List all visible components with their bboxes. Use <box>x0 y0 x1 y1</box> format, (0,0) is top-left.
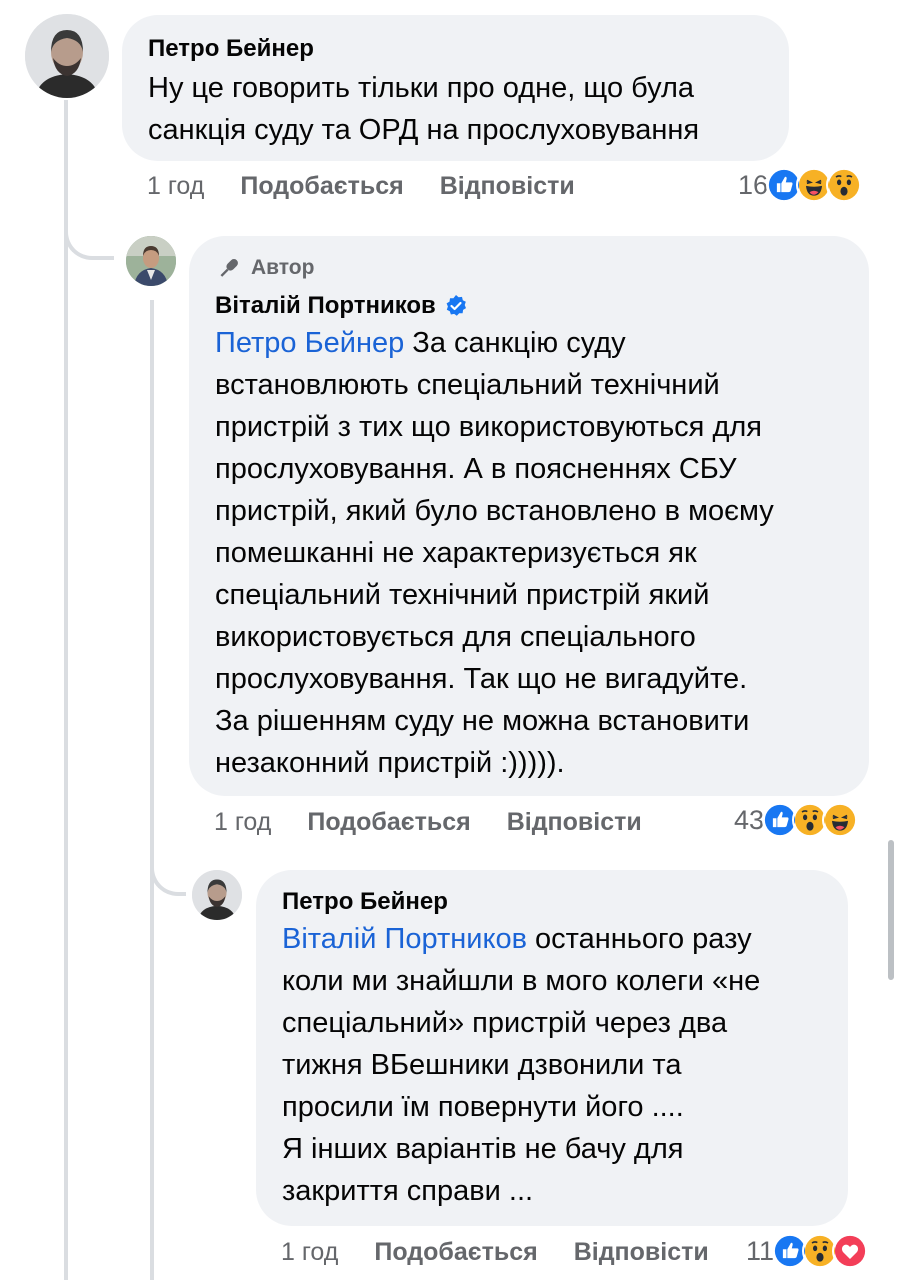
reactions-1[interactable]: 16 <box>738 167 863 203</box>
haha-icon <box>822 802 859 838</box>
comment-author[interactable]: Петро Бейнер <box>148 35 763 63</box>
scrollbar-thumb[interactable] <box>888 840 894 980</box>
reply-button[interactable]: Відповісти <box>440 172 575 201</box>
like-button[interactable]: Подобається <box>374 1238 537 1267</box>
mention-link[interactable]: Віталій Портников <box>282 923 527 955</box>
thread-line-root <box>64 100 68 1280</box>
avatar-petro-1[interactable] <box>25 14 109 98</box>
comment-text-body: За санкцію суду встановлюють спеціальний… <box>215 327 774 779</box>
comment-text: Ну це говорить тільки про одне, що була … <box>148 72 700 146</box>
author-badge-label: Автор <box>251 256 315 279</box>
comment-time[interactable]: 1 год <box>147 172 204 201</box>
reaction-count: 16 <box>738 169 769 200</box>
thread-line-reply <box>150 300 154 1280</box>
comment-text: Віталій Портников останнього разу коли м… <box>282 918 822 1212</box>
person-photo-icon <box>25 14 109 98</box>
comment-actions-1: 1 год Подобається Відповісти <box>147 172 575 201</box>
avatar-petro-2[interactable] <box>192 870 242 920</box>
thread-connector-2 <box>150 830 186 896</box>
comment-author-name[interactable]: Віталій Портников <box>215 292 436 320</box>
comment-text: Петро Бейнер За санкцію суду встановлюют… <box>215 322 843 784</box>
author-badge: Автор <box>215 254 843 282</box>
microphone-icon <box>220 259 238 277</box>
reply-button[interactable]: Відповісти <box>574 1238 709 1267</box>
verified-badge-icon <box>446 295 466 316</box>
comment-actions-2: 1 год Подобається Відповісти <box>214 808 642 837</box>
reaction-count: 43 <box>734 804 765 835</box>
reaction-count: 11 <box>746 1235 775 1266</box>
reactions-3[interactable]: 11 <box>746 1233 869 1269</box>
avatar-vitalii[interactable] <box>126 236 176 286</box>
person-photo-icon <box>192 870 242 920</box>
comment-time[interactable]: 1 год <box>214 808 271 837</box>
reactions-2[interactable]: 43 <box>734 802 859 838</box>
like-button[interactable]: Подобається <box>240 172 403 201</box>
comment-bubble-2: Автор Віталій Портников Петро Бейнер За … <box>189 236 869 796</box>
comment-text-body: останнього разу коли ми знайшли в мого к… <box>282 923 761 1207</box>
wow-icon <box>826 167 863 203</box>
comment-bubble-1: Петро Бейнер Ну це говорить тільки про о… <box>122 15 789 161</box>
comment-actions-3: 1 год Подобається Відповісти <box>281 1238 709 1267</box>
thread-connector-1 <box>64 200 114 260</box>
reply-button[interactable]: Відповісти <box>507 808 642 837</box>
comment-bubble-3: Петро Бейнер Віталій Портников останньог… <box>256 870 848 1226</box>
comment-time[interactable]: 1 год <box>281 1238 338 1267</box>
like-button[interactable]: Подобається <box>307 808 470 837</box>
comment-author[interactable]: Петро Бейнер <box>282 888 822 916</box>
person-photo-icon <box>126 236 176 286</box>
comment-author: Віталій Портников <box>215 292 843 320</box>
love-icon <box>832 1233 869 1269</box>
mention-link[interactable]: Петро Бейнер <box>215 327 404 359</box>
